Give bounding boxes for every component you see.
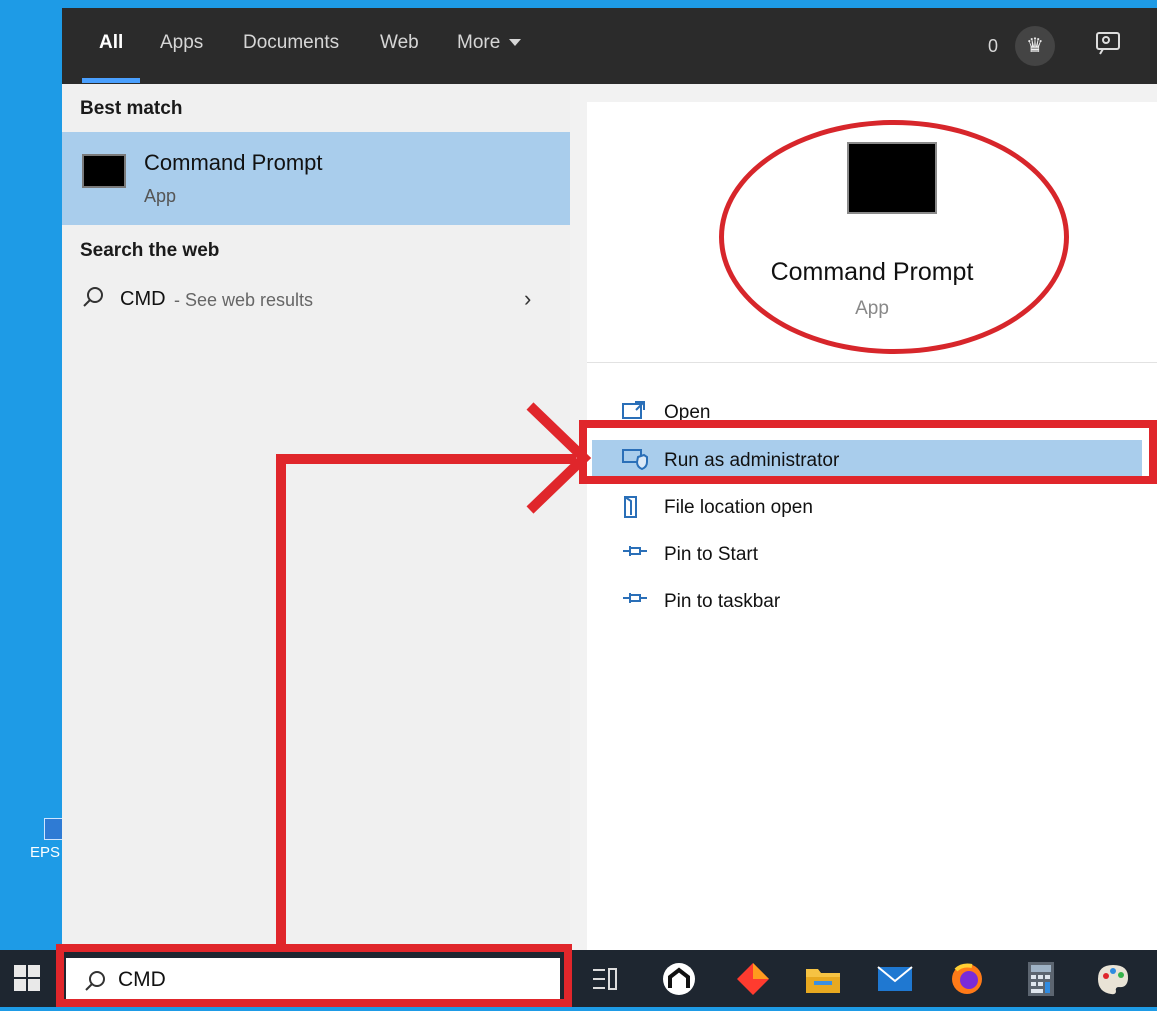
action-pin-to-taskbar[interactable]: Pin to taskbar — [592, 581, 1142, 621]
command-prompt-icon — [82, 154, 126, 188]
action-pin-to-start-label: Pin to Start — [664, 544, 758, 565]
annotation-oval — [719, 120, 1069, 354]
tab-more-label: More — [457, 32, 501, 53]
firefox-icon[interactable] — [948, 960, 986, 998]
action-file-location-label: File location open — [664, 497, 813, 518]
chevron-down-icon — [509, 39, 522, 47]
app-icon[interactable] — [660, 960, 698, 998]
file-icon — [622, 495, 648, 519]
best-match-item[interactable]: Command Prompt App — [62, 132, 570, 225]
tab-documents[interactable]: Documents — [243, 32, 339, 54]
detail-header: Command Prompt App — [587, 102, 1157, 363]
action-pin-to-start[interactable]: Pin to Start — [592, 534, 1142, 574]
annotation-arrow-line-vertical — [276, 454, 286, 946]
results-list: Best match Command Prompt App Search the… — [62, 84, 570, 950]
mail-icon[interactable] — [876, 960, 914, 998]
chevron-right-icon[interactable]: › — [524, 286, 531, 312]
tab-all[interactable]: All — [99, 32, 123, 54]
desktop-icon-label: EPS — [30, 844, 61, 861]
web-result-hint: - See web results — [174, 290, 314, 310]
web-result-query: CMD — [120, 288, 166, 310]
paint-palette-icon[interactable] — [1094, 960, 1132, 998]
feedback-icon[interactable] — [1094, 30, 1124, 60]
trophy-icon[interactable]: ♛ — [1015, 26, 1055, 66]
web-result-item[interactable]: CMD - See web results › — [62, 282, 570, 322]
desktop-icon[interactable]: EPS — [30, 818, 66, 861]
tab-more[interactable]: More — [457, 32, 522, 54]
task-view-icon[interactable] — [586, 960, 624, 998]
search-web-heading: Search the web — [80, 240, 220, 261]
search-icon — [82, 286, 103, 307]
best-match-subtitle: App — [144, 186, 177, 206]
tab-apps[interactable]: Apps — [160, 32, 203, 54]
tab-web[interactable]: Web — [380, 32, 419, 54]
action-pin-to-taskbar-label: Pin to taskbar — [664, 591, 781, 612]
search-tabs-bar: All Apps Documents Web More 0 ♛ — [62, 8, 1157, 84]
annotation-search-box — [56, 944, 572, 1007]
calculator-icon[interactable] — [1022, 960, 1060, 998]
windows-start-icon[interactable] — [14, 965, 42, 993]
annotation-arrowhead — [526, 402, 592, 514]
detail-pane: Command Prompt App Open Run as administr… — [587, 102, 1157, 950]
best-match-heading: Best match — [80, 98, 183, 119]
annotation-highlight-box — [579, 420, 1157, 484]
rewards-points: 0 — [988, 36, 999, 56]
diamond-app-icon[interactable] — [734, 960, 772, 998]
action-file-location[interactable]: File location open — [592, 487, 1142, 527]
active-tab-indicator — [82, 78, 140, 83]
pin-icon — [622, 589, 648, 613]
pin-icon — [622, 542, 648, 566]
file-explorer-icon[interactable] — [804, 960, 842, 998]
best-match-title: Command Prompt — [144, 150, 323, 175]
